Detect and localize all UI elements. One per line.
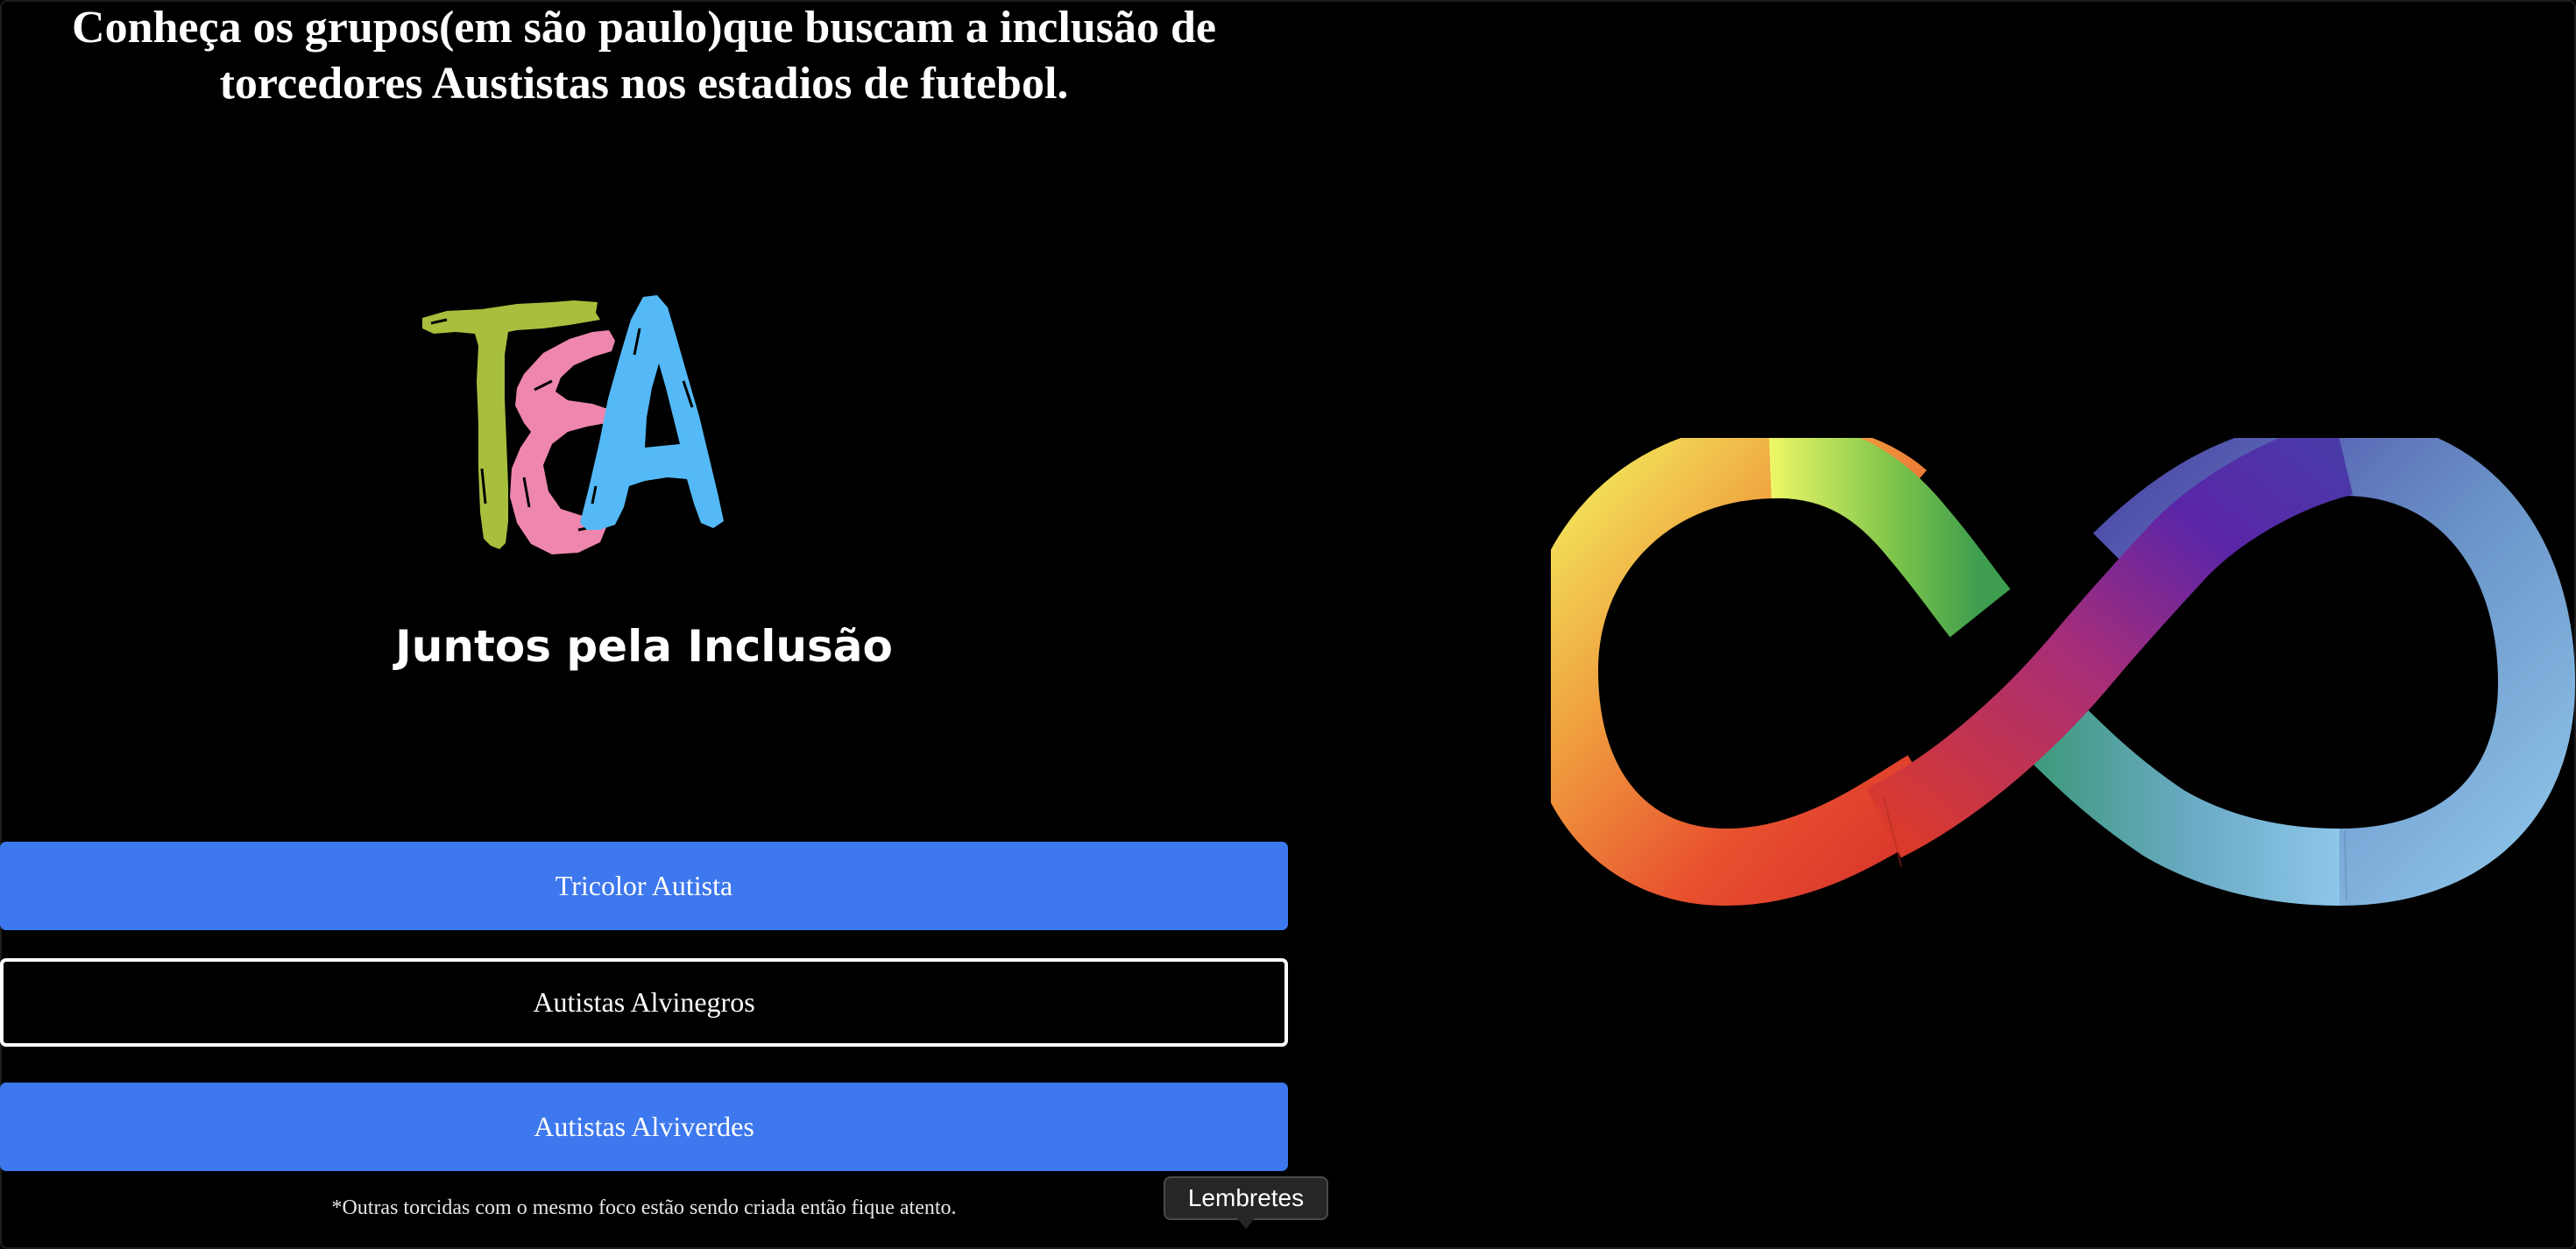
page-title: Conheça os grupos(em são paulo)que busca… bbox=[72, 3, 1216, 109]
tagline: Juntos pela Inclusão bbox=[395, 621, 893, 672]
footnote: *Outras torcidas com o mesmo foco estão … bbox=[331, 1196, 957, 1219]
group-button-tricolor-autista[interactable]: Tricolor Autista bbox=[0, 842, 1288, 930]
tea-logo bbox=[421, 293, 867, 596]
group-button-autistas-alviverdes[interactable]: Autistas Alviverdes bbox=[0, 1083, 1288, 1171]
group-button-autistas-alvinegros[interactable]: Autistas Alvinegros bbox=[0, 958, 1288, 1047]
rainbow-infinity-icon bbox=[1551, 438, 2576, 911]
tooltip-lembretes: Lembretes bbox=[1164, 1176, 1328, 1220]
main-column: Conheça os grupos(em são paulo)que busca… bbox=[0, 0, 1288, 1249]
tooltip-arrow bbox=[1237, 1218, 1255, 1229]
